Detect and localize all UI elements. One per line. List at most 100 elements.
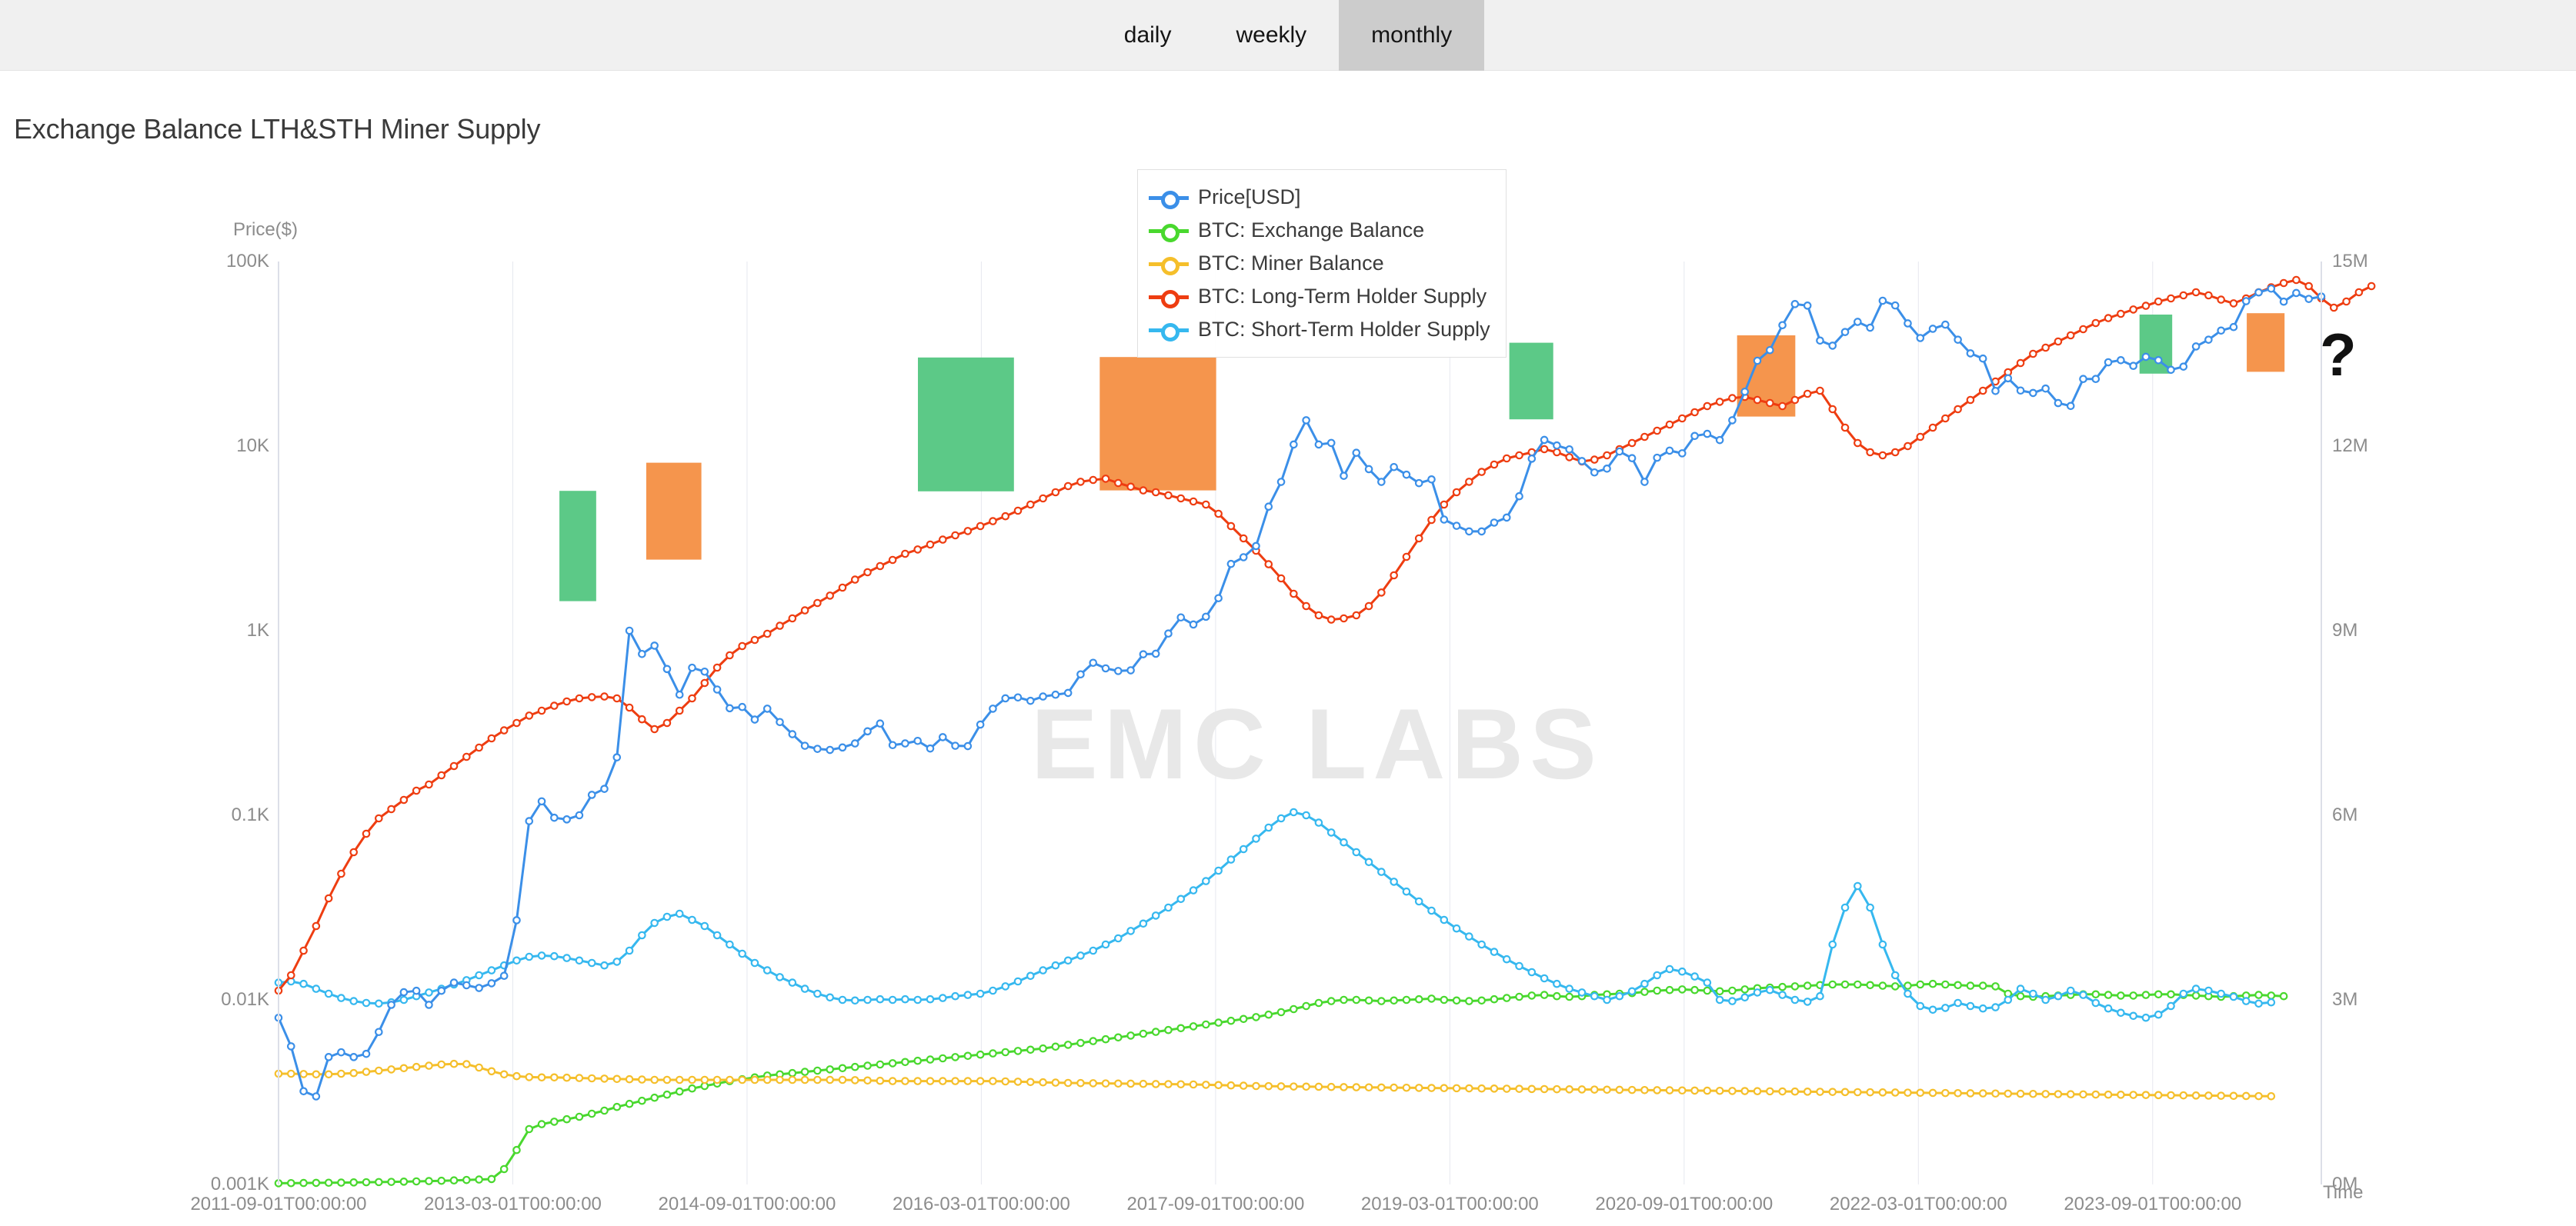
data-point-marker: [363, 1068, 369, 1074]
mark-region-bull: [2140, 315, 2172, 374]
data-point-marker: [1804, 1088, 1810, 1094]
legend-item-btc-short-term-holder-supply[interactable]: BTC: Short-Term Holder Supply: [1149, 313, 1490, 346]
data-point-marker: [1240, 535, 1246, 541]
data-point-marker: [989, 1050, 996, 1056]
data-point-marker: [1892, 1089, 1898, 1095]
data-point-marker: [1679, 1088, 1685, 1094]
data-point-marker: [1340, 615, 1346, 621]
data-point-marker: [2181, 363, 2187, 369]
y-axis-left-tick-label: 10K: [236, 435, 269, 457]
legend-item-btc-miner-balance[interactable]: BTC: Miner Balance: [1149, 247, 1490, 280]
data-point-marker: [2030, 1091, 2036, 1097]
data-point-marker: [764, 705, 770, 711]
data-point-marker: [1353, 1084, 1360, 1090]
data-point-marker: [288, 1043, 294, 1049]
data-point-marker: [1579, 989, 1585, 995]
data-point-marker: [651, 1077, 657, 1083]
data-point-marker: [651, 726, 657, 732]
data-point-marker: [375, 1029, 382, 1035]
data-point-marker: [1127, 667, 1133, 673]
data-point-marker: [325, 1071, 332, 1078]
data-point-marker: [864, 997, 870, 1003]
data-point-marker: [2042, 997, 2048, 1003]
data-point-marker: [1654, 988, 1660, 994]
data-point-marker: [1039, 1045, 1046, 1051]
data-point-marker: [513, 1073, 519, 1079]
data-point-marker: [1641, 981, 1647, 987]
data-point-marker: [2093, 320, 2099, 326]
data-point-marker: [826, 592, 833, 598]
data-point-marker: [2217, 1092, 2224, 1098]
data-point-marker: [313, 923, 319, 929]
data-point-marker: [1992, 1004, 1998, 1010]
data-point-marker: [1090, 477, 1096, 483]
data-point-marker: [1704, 1088, 1710, 1094]
data-point-marker: [927, 1056, 933, 1062]
data-point-marker: [789, 1070, 796, 1076]
data-point-marker: [789, 1077, 796, 1083]
data-point-marker: [1165, 905, 1171, 911]
data-point-marker: [1817, 993, 1823, 999]
legend-item-btc-long-term-holder-supply[interactable]: BTC: Long-Term Holder Supply: [1149, 280, 1490, 313]
data-point-marker: [977, 721, 983, 728]
x-axis-tick-label: 2023-09-01T00:00:00: [2064, 1194, 2241, 1215]
x-axis-tick-label: 2014-09-01T00:00:00: [659, 1194, 836, 1215]
data-point-marker: [1579, 1086, 1585, 1092]
data-point-marker: [1529, 992, 1535, 998]
data-point-marker: [1466, 528, 1472, 535]
data-point-marker: [2231, 324, 2237, 330]
data-point-marker: [2055, 338, 2061, 345]
data-point-marker: [2143, 302, 2149, 308]
data-point-marker: [889, 997, 896, 1003]
data-point-marker: [877, 996, 883, 1002]
data-point-marker: [1240, 1016, 1246, 1022]
legend-item-price-usd[interactable]: Price[USD]: [1149, 181, 1490, 214]
data-point-marker: [1228, 1082, 1234, 1088]
data-point-marker: [2017, 1091, 2024, 1097]
data-point-marker: [2368, 283, 2374, 289]
data-point-marker: [1892, 449, 1898, 455]
data-point-marker: [1904, 443, 1910, 449]
data-point-marker: [1077, 478, 1083, 485]
data-point-marker: [639, 716, 645, 722]
x-axis-tick-label: 2011-09-01T00:00:00: [190, 1194, 366, 1215]
data-point-marker: [2306, 295, 2312, 302]
data-point-marker: [2155, 298, 2161, 305]
data-point-marker: [2205, 1092, 2211, 1098]
data-point-marker: [1667, 966, 1673, 972]
data-point-marker: [952, 742, 958, 748]
tab-daily[interactable]: daily: [1092, 0, 1204, 71]
data-point-marker: [1015, 978, 1021, 984]
data-point-marker: [1591, 469, 1597, 475]
data-point-marker: [2005, 997, 2011, 1003]
data-point-marker: [413, 1178, 419, 1184]
data-point-marker: [1316, 1000, 1322, 1006]
data-point-marker: [651, 642, 657, 648]
legend-item-btc-exchange-balance[interactable]: BTC: Exchange Balance: [1149, 214, 1490, 247]
data-point-marker: [1366, 859, 1372, 865]
data-point-marker: [1266, 1011, 1272, 1018]
legend-marker-icon: [1149, 319, 1189, 341]
data-point-marker: [1779, 991, 1785, 998]
data-point-marker: [915, 1058, 921, 1064]
data-point-marker: [1290, 591, 1296, 597]
data-point-marker: [1867, 449, 1873, 455]
data-point-marker: [1930, 1007, 1936, 1013]
tab-monthly[interactable]: monthly: [1339, 0, 1484, 71]
data-point-marker: [2243, 298, 2249, 304]
tab-weekly[interactable]: weekly: [1203, 0, 1339, 71]
data-point-marker: [1654, 972, 1660, 978]
data-point-marker: [1516, 994, 1522, 1000]
data-point-marker: [664, 720, 670, 726]
data-point-marker: [1553, 981, 1560, 987]
data-point-marker: [1090, 948, 1096, 954]
data-point-marker: [2093, 376, 2099, 382]
data-point-marker: [664, 1091, 670, 1098]
data-point-marker: [551, 953, 557, 959]
data-point-marker: [1441, 917, 1447, 923]
data-point-marker: [1190, 621, 1196, 628]
data-point-marker: [939, 1055, 946, 1061]
data-point-marker: [965, 528, 971, 534]
data-point-marker: [802, 1068, 808, 1074]
data-point-marker: [639, 651, 645, 657]
